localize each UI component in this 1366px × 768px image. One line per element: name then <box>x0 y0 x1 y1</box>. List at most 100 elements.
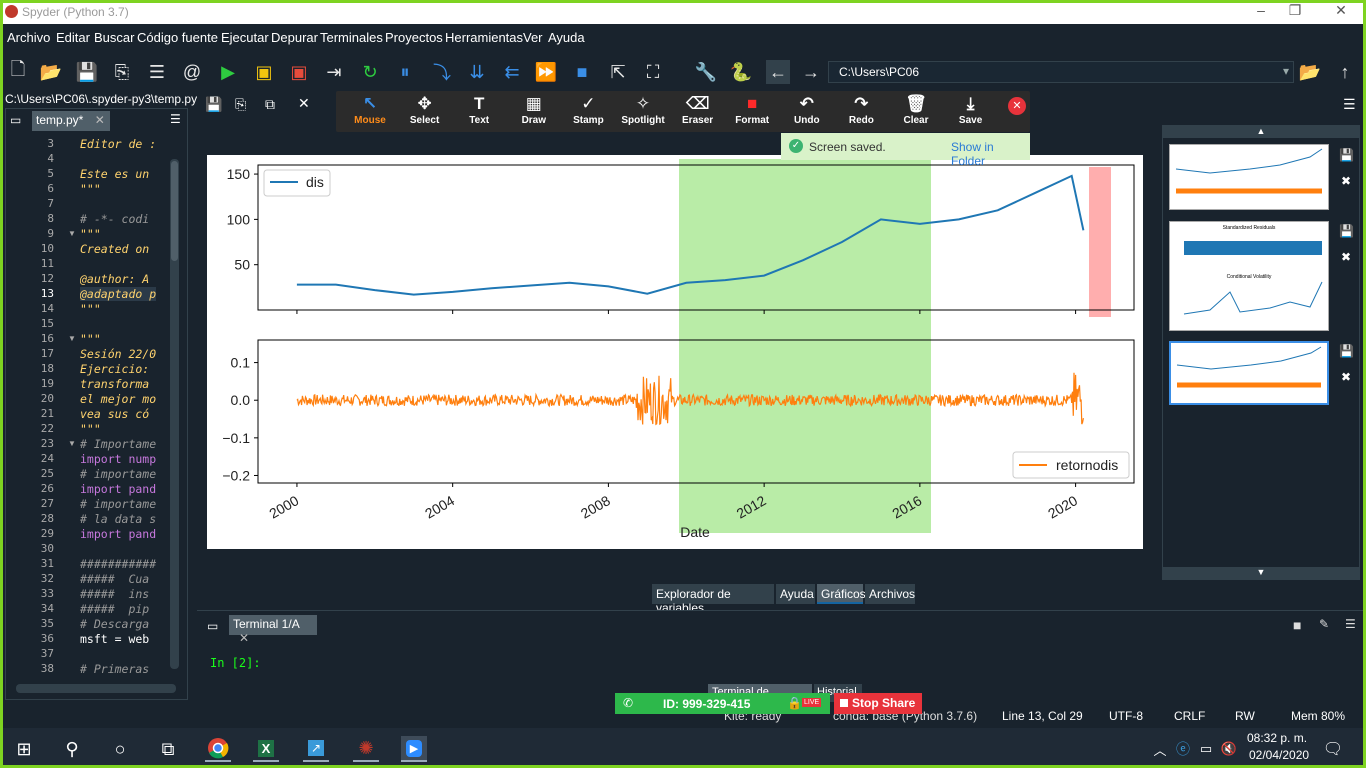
close-tab-icon[interactable]: ✕ <box>95 113 105 127</box>
plots-options-icon[interactable]: ☰ <box>1343 96 1356 113</box>
menu-proyectos[interactable]: Proyectos <box>385 30 443 45</box>
plot-thumbnail-3-selected[interactable] <box>1169 341 1329 405</box>
new-file-icon[interactable]: 🗋 <box>6 59 30 84</box>
editor-options-icon[interactable]: ☰ <box>170 112 181 126</box>
open-file-icon[interactable]: 📂 <box>39 60 63 84</box>
list-icon[interactable]: ☰ <box>145 60 169 84</box>
save-thumbnail-3-icon[interactable]: 💾 <box>1339 344 1354 358</box>
rerun-icon[interactable]: ↻ <box>358 60 382 84</box>
tab-terminal-1a[interactable]: Terminal 1/A ✕ <box>229 615 317 645</box>
annotate-tool-eraser[interactable]: ⌫ Eraser <box>670 93 726 131</box>
debug-icon[interactable]: ⏸ <box>393 60 417 84</box>
save-thumbnail-1-icon[interactable]: 💾 <box>1339 148 1354 162</box>
scroll-up-icon[interactable]: ▲ <box>1163 126 1359 138</box>
maximize-button[interactable]: ❐ <box>1280 2 1310 22</box>
at-icon[interactable]: @ <box>180 60 204 84</box>
annotate-tool-format[interactable]: ■ Format <box>724 93 780 131</box>
zoom-icon[interactable]: ▶ <box>401 736 427 762</box>
continue-icon[interactable]: ⏩ <box>534 60 558 84</box>
remove-thumbnail-1-icon[interactable]: ✖ <box>1341 174 1351 188</box>
annotate-tool-stamp[interactable]: ✓ Stamp <box>560 93 616 131</box>
chevron-down-icon[interactable]: ▾ <box>1283 64 1289 78</box>
chrome-icon[interactable] <box>205 736 231 762</box>
plot-thumbnail-2[interactable]: Standardized Residuals Conditional Volat… <box>1169 221 1329 331</box>
ipython-prompt[interactable]: In [2]: <box>210 656 261 670</box>
editor-browse-tabs-icon[interactable]: ▭ <box>10 113 21 127</box>
save-icon[interactable]: 💾 <box>75 60 99 84</box>
show-in-folder-link[interactable]: Show in Folder <box>951 140 1030 168</box>
fold-marker-icon[interactable]: ▼ <box>68 439 76 448</box>
stop-kernel-icon[interactable]: ■ <box>1293 617 1301 633</box>
wrench-icon[interactable]: 🔧 <box>694 60 718 84</box>
notifications-icon[interactable]: 🗨 <box>1320 736 1346 762</box>
menu-ayuda[interactable]: Ayuda <box>548 30 585 45</box>
remove-thumbnail-2-icon[interactable]: ✖ <box>1341 250 1351 264</box>
stop-share-button[interactable]: Stop Share <box>834 693 922 714</box>
fullscreen-icon[interactable]: ⛶ <box>641 60 665 84</box>
run-selection-icon[interactable]: ⇥ <box>322 60 346 84</box>
tab-files[interactable]: Archivos <box>865 584 915 604</box>
step-into-icon[interactable]: ⇊ <box>465 60 489 84</box>
search-icon[interactable]: ⚲ <box>59 736 85 762</box>
fold-marker-icon[interactable]: ▼ <box>68 334 76 343</box>
annotate-tool-select[interactable]: ✥ Select <box>397 93 453 131</box>
save-all-plots-icon[interactable]: ⎘ <box>235 96 246 113</box>
menu-terminales[interactable]: Terminales <box>320 30 383 45</box>
forward-arrow-icon[interactable]: → <box>799 60 823 84</box>
tab-plots[interactable]: Gráficos <box>817 584 866 604</box>
tab-temp-py[interactable]: temp.py* ✕ <box>32 111 110 131</box>
cortana-icon[interactable]: ○ <box>107 736 133 762</box>
annotate-tool-clear[interactable]: 🗑 Clear <box>888 93 944 131</box>
menu-archivo[interactable]: Archivo <box>7 30 50 45</box>
stop-debug-icon[interactable]: ■ <box>570 60 594 84</box>
spyder-taskbar-icon[interactable]: ✺ <box>353 736 379 762</box>
remove-thumbnail-3-icon[interactable]: ✖ <box>1341 370 1351 384</box>
up-arrow-icon[interactable]: ↑ <box>1333 60 1357 84</box>
annotate-tool-text[interactable]: T Text <box>451 93 507 131</box>
save-thumbnail-2-icon[interactable]: 💾 <box>1339 224 1354 238</box>
fold-marker-icon[interactable]: ▼ <box>68 229 76 238</box>
maximize-pane-icon[interactable]: ⇱ <box>606 60 630 84</box>
annotate-tool-spotlight[interactable]: ✧ Spotlight <box>615 93 671 131</box>
terminal-browse-tabs-icon[interactable]: ▭ <box>207 619 218 633</box>
menu-depurar[interactable]: Depurar <box>271 30 318 45</box>
save-plot-icon[interactable]: 💾 <box>205 96 222 113</box>
stock-chart-app-icon[interactable]: ↗ <box>303 736 329 762</box>
windows-start-icon[interactable]: ⊞ <box>11 736 37 762</box>
minimize-button[interactable]: – <box>1246 2 1276 22</box>
menu-editar[interactable]: Editar <box>56 30 90 45</box>
working-directory-input[interactable]: C:\Users\PC06 ▾ <box>828 61 1294 83</box>
annotate-tool-undo[interactable]: ↶ Undo <box>779 93 835 131</box>
close-terminal-tab-icon[interactable]: ✕ <box>239 631 249 645</box>
annotate-tool-draw[interactable]: ▦ Draw <box>506 93 562 131</box>
step-icon[interactable]: ⤵ <box>430 60 454 84</box>
editor-horizontal-scrollbar[interactable] <box>16 684 176 693</box>
terminal-options-icon[interactable]: ☰ <box>1345 617 1356 631</box>
run-cell-icon[interactable]: ▣ <box>252 60 276 84</box>
browse-folder-icon[interactable]: 📂 <box>1298 60 1322 84</box>
save-all-icon[interactable]: ⎘ <box>110 60 134 84</box>
run-icon[interactable]: ▶ <box>216 60 240 84</box>
editor-scrollbar-thumb[interactable] <box>171 161 178 261</box>
python-path-icon[interactable]: 🐍 <box>729 60 753 84</box>
tab-variable-explorer[interactable]: Explorador de variables <box>652 584 774 615</box>
close-window-button[interactable]: ✕ <box>1326 2 1356 22</box>
annotate-tool-mouse[interactable]: ↖ Mouse <box>342 93 398 131</box>
code-area[interactable]: Editor de : Este es un """ # -*- codi """ Cre… <box>80 137 158 677</box>
annotate-tool-save[interactable]: ⤓ Save <box>943 93 999 131</box>
volume-mute-icon[interactable]: 🔇 <box>1216 736 1242 762</box>
task-view-icon[interactable]: ⧉ <box>155 736 181 762</box>
menu-herramientas[interactable]: Herramientas <box>445 30 523 45</box>
step-return-icon[interactable]: ⇇ <box>500 60 524 84</box>
menu-ejecutar[interactable]: Ejecutar <box>221 30 269 45</box>
remove-plot-icon[interactable]: ✕ <box>298 95 310 112</box>
back-arrow-icon[interactable]: ← <box>766 60 790 84</box>
tab-help[interactable]: Ayuda <box>776 584 815 604</box>
excel-icon[interactable]: X <box>253 736 279 762</box>
annotate-tool-redo[interactable]: ↷ Redo <box>833 93 889 131</box>
scroll-down-icon[interactable]: ▼ <box>1163 567 1359 579</box>
menu-buscar[interactable]: Buscar <box>94 30 134 45</box>
run-cell-advance-icon[interactable]: ▣ <box>287 60 311 84</box>
copy-plot-icon[interactable]: ⧉ <box>265 96 275 113</box>
menu-ver[interactable]: Ver <box>523 30 543 45</box>
